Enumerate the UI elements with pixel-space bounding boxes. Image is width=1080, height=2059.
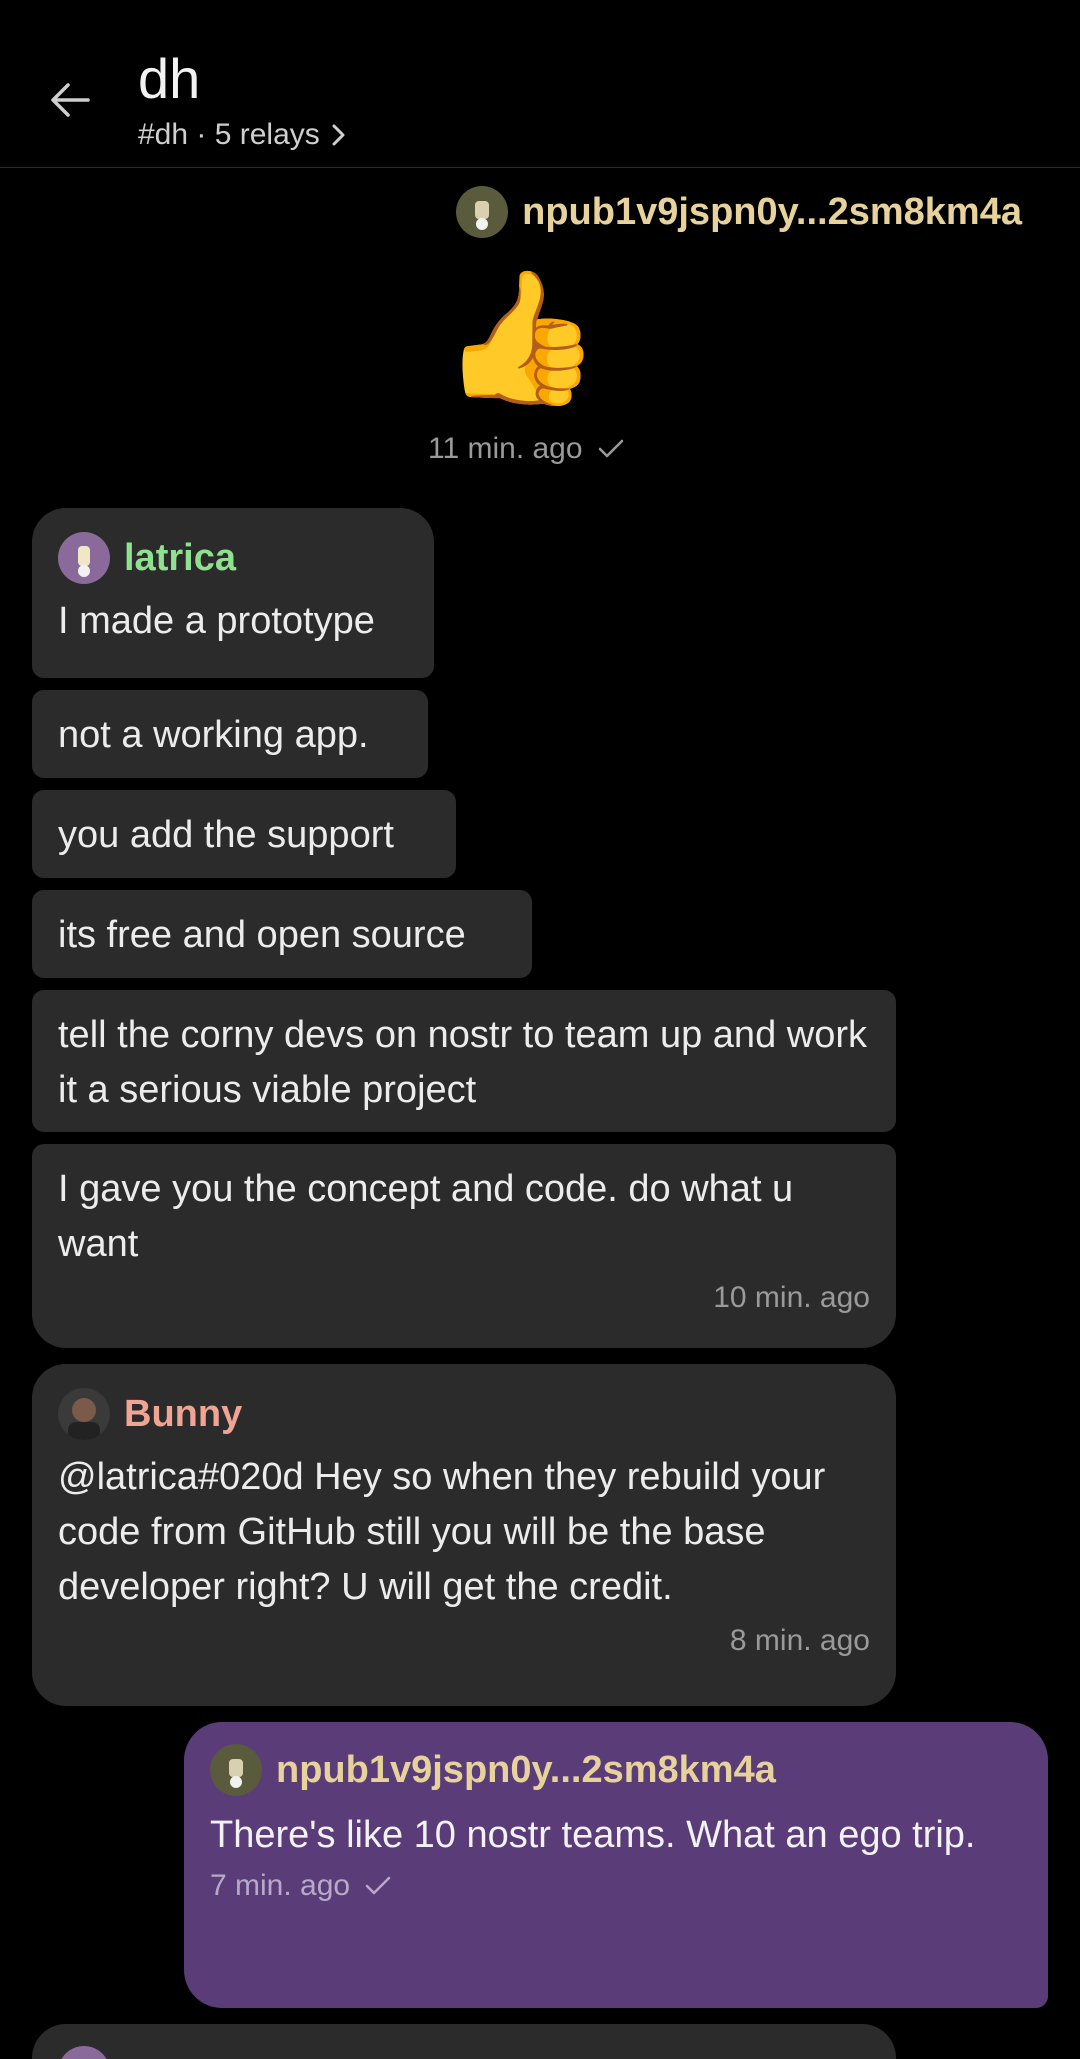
message-text: @latrica#020d Hey so when they rebuild y…: [58, 1456, 826, 1608]
message-author[interactable]: latrica: [58, 532, 408, 584]
checkmark-icon: [365, 1876, 391, 1895]
author-name: npub1v9jspn0y...2sm8km4a: [522, 191, 1022, 233]
message-text: not a working app.: [58, 714, 369, 756]
message-bubble[interactable]: not a working app.: [32, 690, 428, 778]
message-bubble[interactable]: Bunny @latrica#020d Hey so when they reb…: [32, 1364, 896, 1706]
message-bubble[interactable]: tell the corny devs on nostr to team up …: [32, 990, 896, 1132]
author-name: npub1v9jspn0y...2sm8km4a: [276, 1749, 776, 1791]
message-meta: 7 min. ago: [210, 1869, 1022, 1903]
message-author[interactable]: npub1v9jspn0y...2sm8km4a: [456, 186, 1022, 238]
avatar[interactable]: [58, 2046, 110, 2059]
arrow-left-icon: [51, 83, 90, 117]
thumbs-up-emoji: 👍: [440, 264, 602, 410]
message-text: its free and open source: [58, 914, 466, 956]
message-text: I gave you the concept and code. do what…: [58, 1168, 794, 1265]
avatar[interactable]: [456, 186, 509, 238]
author-name: latrica: [124, 537, 236, 579]
message-bubble[interactable]: [32, 2024, 896, 2059]
back-button[interactable]: [40, 70, 100, 130]
message-time: 7 min. ago: [210, 1869, 351, 1902]
checkmark-icon: [598, 439, 623, 458]
message-text: tell the corny devs on nostr to team up …: [58, 1014, 867, 1111]
message-text: I made a prototype: [58, 600, 375, 642]
message-text: you add the support: [58, 814, 394, 856]
message-bubble[interactable]: you add the support: [32, 790, 456, 878]
avatar[interactable]: [58, 1388, 110, 1440]
author-name: Bunny: [124, 1393, 243, 1435]
chevron-right-icon: [332, 124, 345, 146]
message-time: 10 min. ago: [713, 1281, 870, 1314]
own-message-bubble[interactable]: npub1v9jspn0y...2sm8km4a There's like 10…: [184, 1722, 1048, 2008]
message-author[interactable]: Bunny: [58, 1388, 870, 1440]
message-bubble[interactable]: its free and open source: [32, 890, 532, 978]
chat-subtitle: #dh · 5 relays: [138, 118, 320, 151]
message-author[interactable]: npub1v9jspn0y...2sm8km4a: [210, 1744, 1022, 1796]
message-meta: 11 min. ago: [428, 432, 625, 466]
relays-link[interactable]: #dh · 5 relays: [138, 118, 348, 152]
chat-header: dh #dh · 5 relays: [0, 0, 1080, 168]
chat-title: dh: [138, 47, 201, 110]
avatar[interactable]: [58, 532, 110, 584]
message-bubble[interactable]: I gave you the concept and code. do what…: [32, 1144, 896, 1348]
message-time: 8 min. ago: [729, 1624, 870, 1657]
message-text: There's like 10 nostr teams. What an ego…: [210, 1814, 976, 1856]
avatar[interactable]: [210, 1744, 262, 1796]
message-time: 11 min. ago: [428, 432, 583, 465]
message-bubble[interactable]: latrica I made a prototype: [32, 508, 434, 678]
